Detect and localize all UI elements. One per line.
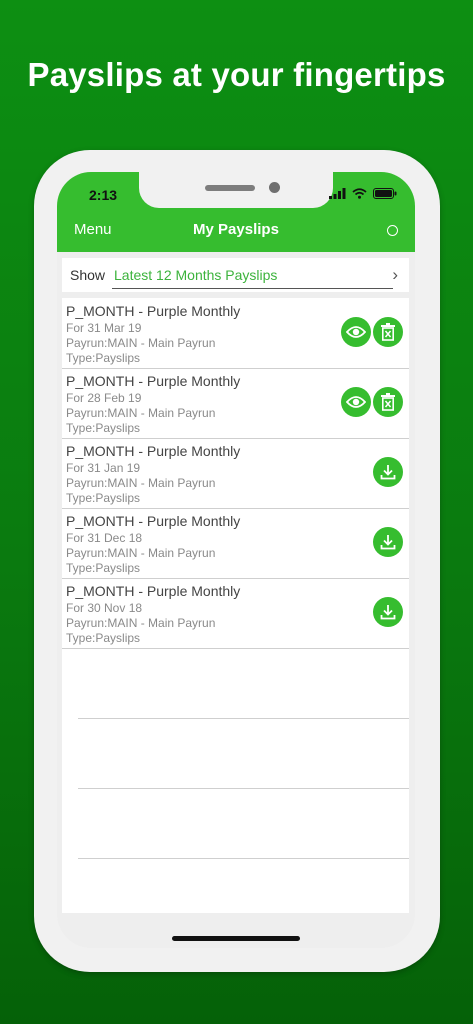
- payslip-title: P_MONTH - Purple Monthly: [66, 373, 241, 389]
- device-notch: [139, 172, 333, 208]
- payslip-date: For 30 Nov 18: [66, 601, 143, 615]
- main-content: Show Latest 12 Months Payslips › P_MONTH…: [57, 252, 415, 948]
- front-camera: [269, 182, 280, 193]
- payslip-row[interactable]: P_MONTH - Purple Monthly For 28 Feb 19 P…: [62, 368, 409, 439]
- status-icons: [329, 188, 397, 199]
- chevron-right-icon: ›: [392, 265, 398, 284]
- top-bar: 2:13 Menu My Payslips: [57, 172, 415, 252]
- period-select[interactable]: Latest 12 Months Payslips ›: [112, 265, 398, 289]
- view-payslip-button[interactable]: [341, 387, 371, 417]
- delete-payslip-button[interactable]: [373, 387, 403, 417]
- speaker-grille: [205, 185, 255, 191]
- period-select-value: Latest 12 Months Payslips: [114, 267, 278, 283]
- refresh-icon[interactable]: [387, 225, 398, 236]
- payslip-type: Type:Payslips: [66, 351, 141, 365]
- app-screen: 2:13 Menu My Payslips Show Latest 12 Mon…: [57, 172, 415, 948]
- eye-icon: [346, 396, 366, 408]
- download-payslip-button[interactable]: [373, 527, 403, 557]
- payslip-payrun: Payrun:MAIN - Main Payrun: [66, 336, 216, 350]
- filter-row: Show Latest 12 Months Payslips ›: [62, 258, 409, 292]
- payslip-list: P_MONTH - Purple Monthly For 31 Mar 19 P…: [62, 298, 409, 922]
- payslip-row[interactable]: P_MONTH - Purple Monthly For 31 Mar 19 P…: [62, 298, 409, 369]
- trash-icon: [381, 323, 395, 341]
- payslip-title: P_MONTH - Purple Monthly: [66, 303, 241, 319]
- trash-icon: [381, 393, 395, 411]
- payslip-title: P_MONTH - Purple Monthly: [66, 443, 241, 459]
- empty-row-divider: [78, 858, 409, 859]
- download-payslip-button[interactable]: [373, 597, 403, 627]
- payslip-type: Type:Payslips: [66, 491, 141, 505]
- payslip-type: Type:Payslips: [66, 421, 141, 435]
- promo-headline: Payslips at your fingertips: [27, 56, 446, 93]
- page-title: My Payslips: [193, 221, 279, 238]
- download-icon: [380, 535, 396, 550]
- payslip-date: For 31 Jan 19: [66, 461, 141, 475]
- signal-icon: [329, 188, 346, 199]
- download-payslip-button[interactable]: [373, 457, 403, 487]
- payslip-date: For 31 Dec 18: [66, 531, 143, 545]
- battery-icon: [373, 188, 397, 199]
- home-indicator[interactable]: [172, 936, 300, 941]
- payslip-date: For 31 Mar 19: [66, 321, 142, 335]
- payslip-title: P_MONTH - Purple Monthly: [66, 583, 241, 599]
- download-icon: [380, 605, 396, 620]
- payslip-type: Type:Payslips: [66, 631, 141, 645]
- payslip-payrun: Payrun:MAIN - Main Payrun: [66, 406, 216, 420]
- bottom-safe-area: [57, 913, 415, 948]
- payslip-payrun: Payrun:MAIN - Main Payrun: [66, 616, 216, 630]
- view-payslip-button[interactable]: [341, 317, 371, 347]
- payslip-date: For 28 Feb 19: [66, 391, 142, 405]
- delete-payslip-button[interactable]: [373, 317, 403, 347]
- payslip-title: P_MONTH - Purple Monthly: [66, 513, 241, 529]
- eye-icon: [346, 326, 366, 338]
- payslip-type: Type:Payslips: [66, 561, 141, 575]
- wifi-icon: [352, 188, 367, 199]
- payslip-row[interactable]: P_MONTH - Purple Monthly For 31 Jan 19 P…: [62, 438, 409, 509]
- download-icon: [380, 465, 396, 480]
- status-time: 2:13: [89, 187, 118, 203]
- payslip-payrun: Payrun:MAIN - Main Payrun: [66, 476, 216, 490]
- empty-row-divider: [78, 788, 409, 789]
- empty-row-divider: [78, 718, 409, 719]
- phone-frame: 2:13 Menu My Payslips Show Latest 12 Mon…: [34, 150, 440, 972]
- payslip-row[interactable]: P_MONTH - Purple Monthly For 30 Nov 18 P…: [62, 578, 409, 649]
- payslip-payrun: Payrun:MAIN - Main Payrun: [66, 546, 216, 560]
- payslip-row[interactable]: P_MONTH - Purple Monthly For 31 Dec 18 P…: [62, 508, 409, 579]
- filter-label: Show: [70, 267, 106, 283]
